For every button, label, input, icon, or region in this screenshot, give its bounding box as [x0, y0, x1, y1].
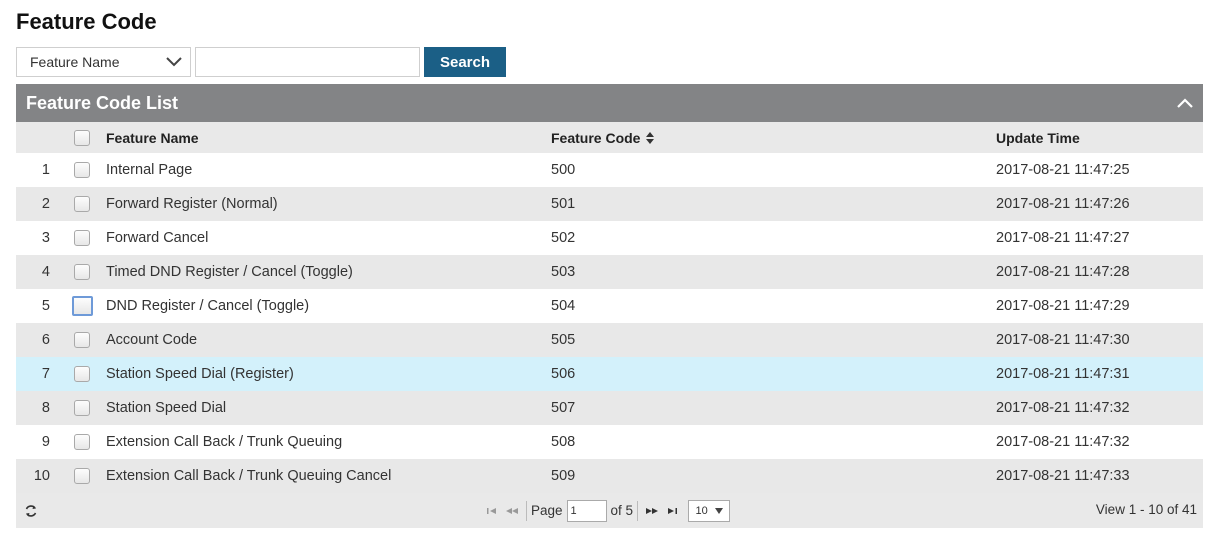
- feature-name-cell: Extension Call Back / Trunk Queuing Canc…: [106, 468, 392, 484]
- row-checkbox[interactable]: [74, 162, 90, 178]
- row-number: 3: [41, 230, 50, 246]
- rows-per-page-value: 10: [695, 504, 708, 517]
- feature-name-cell: DND Register / Cancel (Toggle): [106, 298, 310, 314]
- update-time-cell: 2017-08-21 11:47:25: [996, 162, 1130, 178]
- update-time-cell: 2017-08-21 11:47:32: [996, 400, 1130, 416]
- row-number: 1: [41, 162, 50, 178]
- column-header-feature-code-label: Feature Code: [551, 129, 641, 146]
- feature-name-cell: Internal Page: [106, 162, 193, 178]
- page-title: Feature Code: [16, 9, 157, 34]
- last-page-icon[interactable]: [662, 501, 682, 521]
- update-time-cell: 2017-08-21 11:47:26: [996, 196, 1130, 212]
- row-checkbox[interactable]: [74, 230, 90, 246]
- page-count-label: of 5: [610, 503, 634, 518]
- row-number: 10: [33, 468, 50, 484]
- column-header-feature-code[interactable]: Feature Code: [551, 130, 996, 146]
- row-checkbox[interactable]: [74, 468, 90, 484]
- view-records-info: View 1 - 10 of 41: [1095, 502, 1197, 517]
- search-bar: Feature Name Search: [16, 47, 506, 77]
- update-time-cell: 2017-08-21 11:47:28: [996, 264, 1130, 280]
- row-checkbox[interactable]: [74, 366, 90, 382]
- row-checkbox[interactable]: [74, 332, 90, 348]
- feature-code-cell: 507: [551, 400, 576, 416]
- refresh-icon[interactable]: [24, 504, 38, 521]
- row-number: 5: [41, 298, 50, 314]
- table-row[interactable]: 7 Station Speed Dial (Register) 506 2017…: [16, 357, 1203, 391]
- chevron-down-icon: [166, 57, 182, 67]
- table-row[interactable]: 4 Timed DND Register / Cancel (Toggle) 5…: [16, 255, 1203, 289]
- page-number-input[interactable]: [566, 499, 607, 522]
- feature-name-cell: Account Code: [106, 332, 198, 348]
- search-field-select-value: Feature Name: [30, 54, 120, 70]
- table-row[interactable]: 1 Internal Page 500 2017-08-21 11:47:25: [16, 153, 1203, 187]
- column-header-update-time[interactable]: Update Time: [996, 130, 1203, 146]
- feature-code-cell: 504: [551, 298, 576, 314]
- feature-code-cell: 505: [551, 332, 576, 348]
- update-time-cell: 2017-08-21 11:47:33: [996, 468, 1130, 484]
- pager-controls: Page of 5 10: [482, 493, 731, 528]
- search-input[interactable]: [195, 47, 420, 77]
- row-number: 4: [41, 264, 50, 280]
- sort-icon[interactable]: [645, 131, 655, 145]
- page-label: Page: [531, 503, 563, 518]
- row-checkbox[interactable]: [72, 296, 93, 316]
- feature-code-cell: 500: [551, 162, 576, 178]
- table-row[interactable]: 8 Station Speed Dial 507 2017-08-21 11:4…: [16, 391, 1203, 425]
- feature-code-panel: Feature Code List Feature Name Feature C…: [16, 84, 1203, 528]
- panel-title: Feature Code List: [26, 92, 179, 113]
- table-row[interactable]: 10 Extension Call Back / Trunk Queuing C…: [16, 459, 1203, 493]
- rows-per-page-select[interactable]: 10: [688, 499, 731, 522]
- table-row[interactable]: 5 DND Register / Cancel (Toggle) 504 201…: [16, 289, 1203, 323]
- row-number: 8: [41, 400, 50, 416]
- table-row[interactable]: 3 Forward Cancel 502 2017-08-21 11:47:27: [16, 221, 1203, 255]
- pager-separator: [526, 500, 527, 521]
- row-checkbox[interactable]: [74, 264, 90, 280]
- select-all-checkbox[interactable]: [74, 129, 90, 146]
- feature-code-cell: 506: [551, 366, 576, 382]
- row-checkbox[interactable]: [74, 434, 90, 450]
- feature-name-cell: Station Speed Dial: [106, 400, 227, 416]
- feature-code-cell: 503: [551, 264, 576, 280]
- table-row[interactable]: 2 Forward Register (Normal) 501 2017-08-…: [16, 187, 1203, 221]
- search-field-select[interactable]: Feature Name: [16, 47, 191, 77]
- prev-page-icon[interactable]: [502, 501, 522, 521]
- panel-header: Feature Code List: [16, 84, 1203, 122]
- feature-name-cell: Station Speed Dial (Register): [106, 366, 294, 382]
- row-checkbox[interactable]: [74, 196, 90, 212]
- row-number: 7: [41, 366, 50, 382]
- feature-name-cell: Forward Cancel: [106, 230, 209, 246]
- feature-code-cell: 509: [551, 468, 576, 484]
- update-time-cell: 2017-08-21 11:47:29: [996, 298, 1130, 314]
- feature-name-cell: Extension Call Back / Trunk Queuing: [106, 434, 343, 450]
- grid-header: Feature Name Feature Code Update Time: [16, 122, 1203, 153]
- triangle-down-icon: [714, 505, 723, 517]
- table-row[interactable]: 6 Account Code 505 2017-08-21 11:47:30: [16, 323, 1203, 357]
- pager-separator: [637, 500, 639, 521]
- feature-code-cell: 508: [551, 434, 576, 450]
- row-number: 6: [41, 332, 50, 348]
- row-number: 9: [41, 434, 50, 450]
- next-page-icon[interactable]: [642, 501, 662, 521]
- first-page-icon[interactable]: [482, 501, 502, 521]
- pager: Page of 5 10 View 1 - 10 of 41: [16, 493, 1203, 528]
- row-number: 2: [41, 196, 50, 212]
- update-time-cell: 2017-08-21 11:47:31: [996, 366, 1130, 382]
- feature-code-cell: 501: [551, 196, 576, 212]
- row-checkbox[interactable]: [74, 400, 90, 416]
- update-time-cell: 2017-08-21 11:47:30: [996, 332, 1130, 348]
- chevron-up-icon[interactable]: [1177, 98, 1193, 108]
- column-header-feature-name[interactable]: Feature Name: [106, 130, 551, 146]
- feature-name-cell: Timed DND Register / Cancel (Toggle): [106, 264, 353, 280]
- update-time-cell: 2017-08-21 11:47:27: [996, 230, 1130, 246]
- update-time-cell: 2017-08-21 11:47:32: [996, 434, 1130, 450]
- feature-code-cell: 502: [551, 230, 576, 246]
- feature-name-cell: Forward Register (Normal): [106, 196, 278, 212]
- table-row[interactable]: 9 Extension Call Back / Trunk Queuing 50…: [16, 425, 1203, 459]
- search-button[interactable]: Search: [424, 47, 506, 77]
